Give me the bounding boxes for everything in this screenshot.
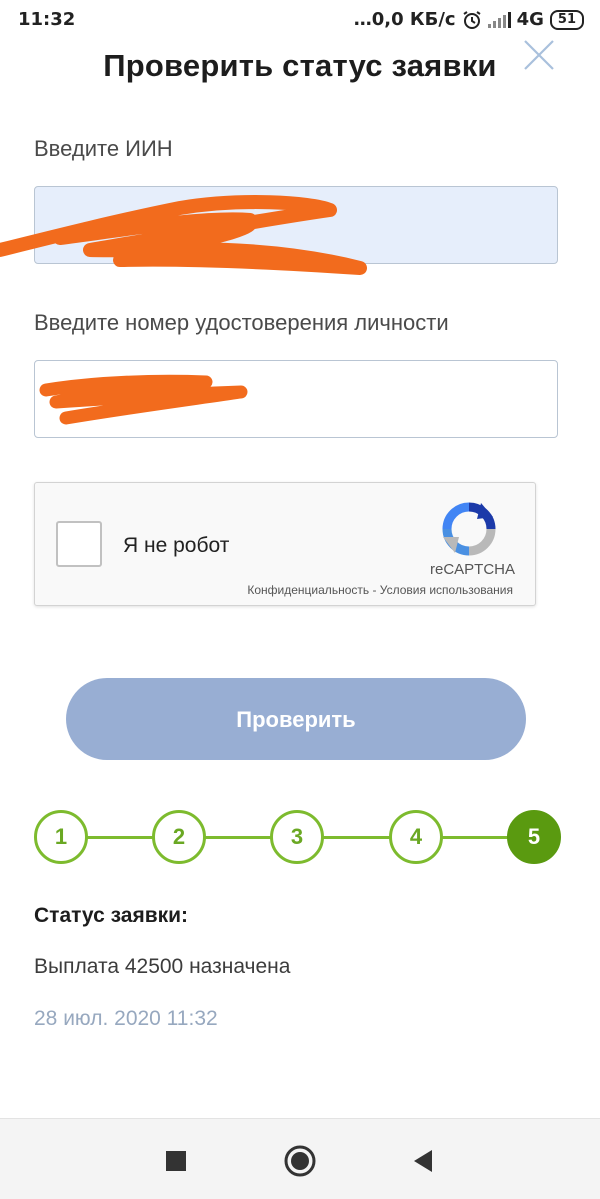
recaptcha-widget: Я не робот reCAPTCHA Конфиденциальность … [34, 482, 536, 606]
recents-icon[interactable] [158, 1143, 194, 1179]
status-time: 11:32 [18, 9, 76, 30]
recaptcha-label: Я не робот [123, 534, 230, 557]
network-speed: …0,0 КБ/с [353, 9, 456, 30]
id-number-input[interactable] [34, 360, 558, 438]
recaptcha-link-separator: - [369, 583, 380, 597]
signal-icon [487, 11, 511, 28]
recaptcha-privacy-link[interactable]: Конфиденциальность [247, 583, 369, 597]
battery-icon: 51 [549, 9, 584, 30]
step-2: 2 [152, 810, 206, 864]
step-4: 4 [389, 810, 443, 864]
page-title: Проверить статус заявки [103, 48, 497, 83]
recaptcha-checkbox[interactable] [56, 521, 102, 567]
status-bar: 11:32 …0,0 КБ/с 4G 51 [0, 0, 600, 40]
step-1: 1 [34, 810, 88, 864]
recaptcha-brand: reCAPTCHA [429, 561, 515, 578]
system-nav-bar [0, 1118, 600, 1199]
home-icon[interactable] [282, 1143, 318, 1179]
step-3: 3 [270, 810, 324, 864]
status-text: Выплата 42500 назначена [34, 955, 291, 978]
status-heading: Статус заявки: [34, 904, 189, 927]
alarm-icon [463, 10, 481, 29]
iin-input[interactable] [34, 186, 558, 264]
network-type: 4G [516, 9, 544, 30]
status-date: 28 июл. 2020 11:32 [34, 1007, 218, 1030]
recaptcha-logo-icon [442, 502, 496, 556]
progress-steps: 1 2 3 4 5 [0, 810, 600, 866]
check-button[interactable]: Проверить [66, 678, 526, 760]
recaptcha-terms-link[interactable]: Условия использования [380, 583, 513, 597]
iin-label: Введите ИИН [34, 136, 173, 161]
recaptcha-links: Конфиденциальность - Условия использован… [247, 583, 513, 597]
status-indicators: …0,0 КБ/с 4G 51 [354, 9, 584, 30]
step-5-active: 5 [507, 810, 561, 864]
back-icon[interactable] [406, 1143, 442, 1179]
id-label: Введите номер удостоверения личности [34, 310, 449, 335]
